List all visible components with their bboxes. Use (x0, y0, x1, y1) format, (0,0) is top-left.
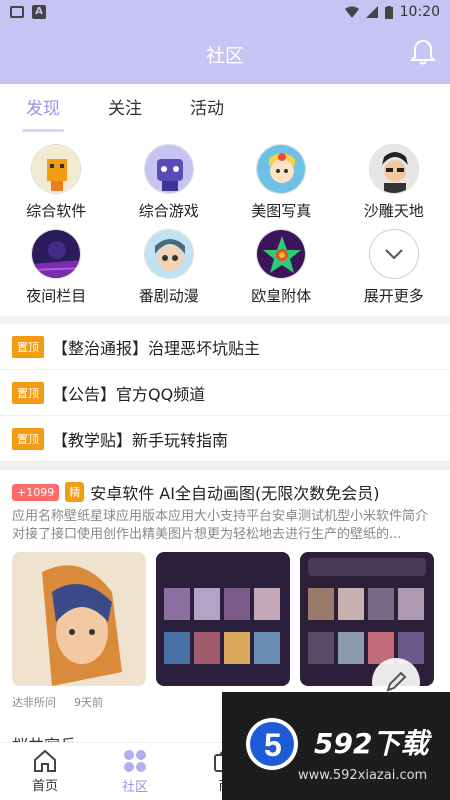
post-images (12, 552, 438, 686)
category-label: 欧皇附体 (251, 287, 312, 305)
category-games[interactable]: 综合游戏 (113, 144, 226, 221)
points-badge: +1099 (12, 483, 60, 501)
a-notification-icon: A (32, 5, 46, 19)
category-label: 综合游戏 (138, 202, 199, 220)
category-night[interactable]: 夜间栏目 (0, 229, 113, 306)
community-icon (124, 750, 146, 772)
nav-home[interactable]: 首页 (0, 743, 90, 800)
post-image[interactable] (156, 552, 290, 686)
nav-label: 社区 (121, 780, 148, 795)
pinned-tag: 置顶 (12, 427, 44, 450)
status-time: 10:20 (399, 4, 440, 20)
pinned-title: 【公告】官方QQ频道 (52, 384, 206, 404)
category-expand-more[interactable]: 展开更多 (338, 229, 450, 306)
watermark-logo: 5 (246, 718, 298, 770)
post-time: 9天前 (74, 696, 103, 709)
anime-avatar (143, 229, 194, 279)
category-label: 综合软件 (26, 202, 87, 220)
watermark-overlay: 5 592下载 www.592xiazai.com (222, 692, 450, 800)
post-header: +1099 精 安卓软件 AI全自动画图(无限次数免会员) (12, 480, 438, 504)
expand-more-button[interactable] (368, 229, 419, 279)
funny-avatar (368, 144, 419, 194)
tab-follow[interactable]: 关注 (108, 94, 142, 123)
tab-bar: 发现 关注 活动 (0, 84, 450, 132)
category-anime[interactable]: 番剧动漫 (113, 229, 226, 306)
night-avatar (31, 229, 82, 279)
category-lucky[interactable]: 欧皇附体 (225, 229, 338, 306)
status-bar: A 10:20 (0, 0, 450, 24)
post-title: 安卓软件 AI全自动画图(无限次数免会员) (90, 484, 380, 503)
category-label: 番剧动漫 (138, 287, 199, 305)
software-avatar (31, 144, 82, 194)
chevron-down-icon (385, 249, 403, 259)
nav-community[interactable]: 社区 (90, 743, 180, 800)
post-image[interactable] (12, 552, 146, 686)
pinned-post[interactable]: 置顶 【整治通报】治理恶坏坑贴主 (0, 324, 450, 370)
post-description: 应用名称壁纸星球应用版本应用大小支持平台安卓测试机型小米软件简介对接了接口使用创… (12, 509, 429, 542)
photos-avatar (256, 144, 307, 194)
pinned-title: 【教学贴】新手玩转指南 (52, 430, 229, 450)
pinned-tag: 置顶 (12, 335, 44, 358)
nav-label: 首页 (31, 779, 58, 794)
category-label: 展开更多 (363, 287, 424, 305)
pinned-post[interactable]: 置顶 【教学贴】新手玩转指南 (0, 416, 450, 462)
watermark-brand: 592下载 (314, 727, 429, 760)
watermark-url: www.592xiazai.com (298, 768, 428, 783)
community-screen: A 10:20 社区 发现 关注 活动 综合软件 综合游戏 美图写真 沙雕天地 … (0, 0, 450, 800)
tab-discover[interactable]: 发现 (22, 94, 64, 132)
category-label: 夜间栏目 (26, 287, 87, 305)
category-photos[interactable]: 美图写真 (225, 144, 338, 221)
post-author[interactable]: 达非所问 (12, 694, 56, 710)
pinned-title: 【整治通报】治理恶坏坑贴主 (52, 338, 261, 358)
pinned-post[interactable]: 置顶 【公告】官方QQ频道 (0, 370, 450, 416)
top-bar: A 10:20 社区 (0, 0, 450, 84)
page-title: 社区 (205, 44, 244, 67)
section-divider (0, 462, 450, 470)
bell-icon[interactable] (410, 38, 436, 66)
pencil-icon (386, 671, 407, 692)
wifi-icon (344, 6, 359, 18)
category-label: 沙雕天地 (363, 202, 424, 220)
image-notification-icon (10, 6, 24, 18)
essence-badge: 精 (65, 482, 85, 502)
tab-activity[interactable]: 活动 (190, 94, 224, 123)
lucky-avatar (256, 229, 307, 279)
home-icon (34, 749, 56, 772)
svg-text:5: 5 (264, 727, 282, 763)
category-funny[interactable]: 沙雕天地 (338, 144, 450, 221)
category-grid: 综合软件 综合游戏 美图写真 沙雕天地 夜间栏目 番剧动漫 欧皇附体 展开更多 (0, 132, 450, 316)
battery-icon (384, 5, 393, 19)
section-divider (0, 316, 450, 324)
games-avatar (143, 144, 194, 194)
app-header: 社区 (0, 24, 450, 84)
category-label: 美图写真 (251, 202, 312, 220)
signal-icon (365, 6, 378, 18)
category-software[interactable]: 综合软件 (0, 144, 113, 221)
pinned-tag: 置顶 (12, 381, 44, 404)
